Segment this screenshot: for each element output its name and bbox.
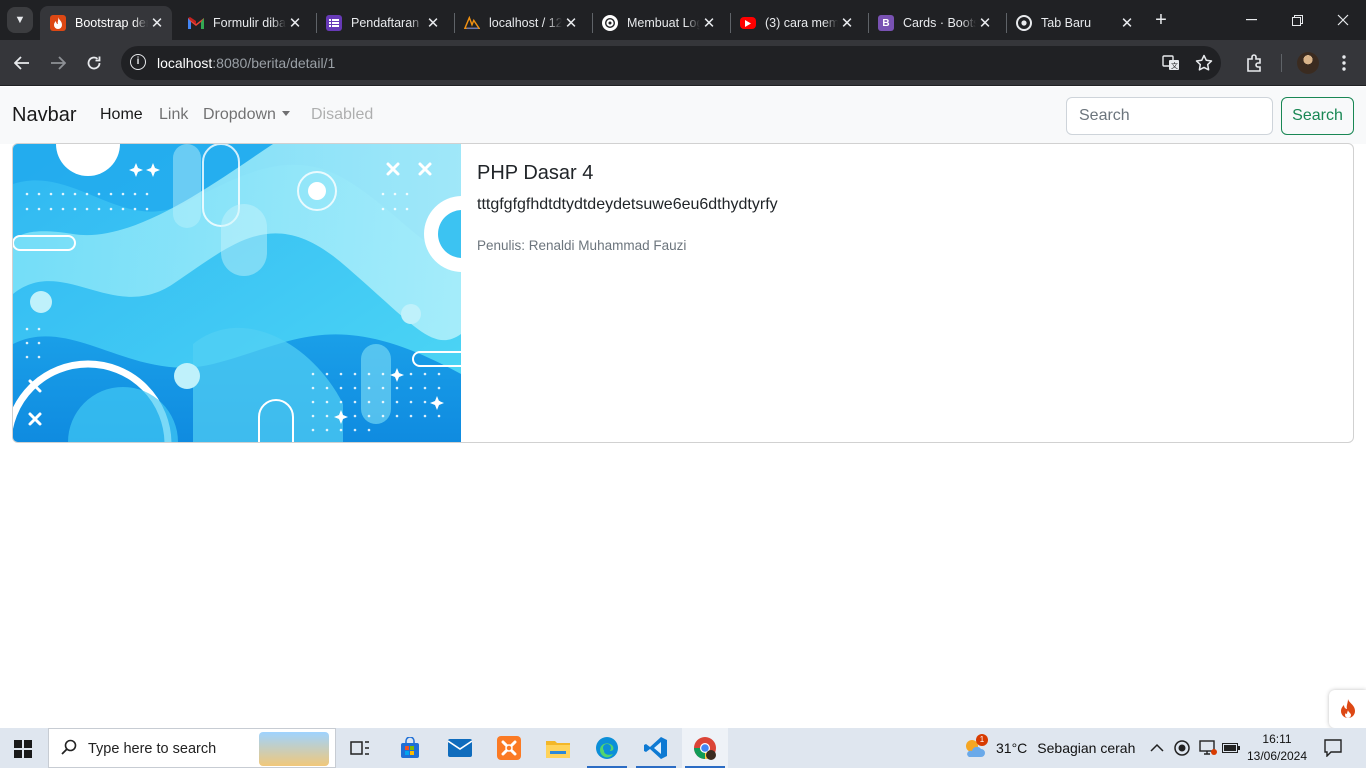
edge-icon[interactable] <box>584 728 630 768</box>
news-card: PHP Dasar 4 tttgfgfgfhdtdtydtdeydetsuwe6… <box>12 143 1354 443</box>
mail-icon[interactable] <box>437 728 483 768</box>
weather-widget[interactable]: 1 31°C Sebagian cerah <box>962 728 1135 768</box>
card-image <box>13 144 461 442</box>
windows-start-icon[interactable] <box>14 740 32 758</box>
search-input[interactable] <box>1066 97 1273 135</box>
chrome-icon <box>1016 15 1032 31</box>
back-icon[interactable] <box>8 49 36 77</box>
reload-icon[interactable] <box>80 49 108 77</box>
nav-link-home[interactable]: Home <box>100 106 143 124</box>
forms-icon <box>326 15 342 31</box>
tab-search-button[interactable]: ▼ <box>7 7 33 33</box>
browser-toolbar: i localhost:8080/berita/detail/1 文 <box>0 40 1366 86</box>
bootstrap-icon: B <box>878 15 894 31</box>
chatgpt-icon <box>602 15 618 31</box>
close-tab-icon[interactable]: ✕ <box>148 14 166 32</box>
weather-partly-sunny-icon: 1 <box>962 734 988 760</box>
youtube-icon <box>740 17 756 29</box>
network-icon[interactable] <box>1199 728 1217 768</box>
tab-title: Formulir dibatalkan <box>213 16 286 30</box>
minimize-icon[interactable] <box>1228 0 1274 40</box>
chrome-taskbar-icon[interactable] <box>682 728 728 768</box>
tab-title: Membuat Login <box>627 16 700 30</box>
tab-title: Cards · Bootstrap <box>903 16 976 30</box>
site-info-icon[interactable]: i <box>130 54 146 70</box>
search-highlight-illustration <box>259 732 329 766</box>
notifications-icon[interactable] <box>1324 728 1342 768</box>
debug-toolbar-flame-icon[interactable] <box>1329 690 1366 728</box>
nav-link-disabled: Disabled <box>311 106 374 123</box>
search-icon <box>61 739 77 760</box>
xampp-icon[interactable] <box>486 728 532 768</box>
browser-tab[interactable]: Membuat Login ✕ <box>592 6 724 40</box>
toolbar-divider <box>1281 54 1282 72</box>
close-window-icon[interactable] <box>1320 0 1366 40</box>
restore-icon[interactable] <box>1274 0 1320 40</box>
url-text[interactable]: localhost:8080/berita/detail/1 <box>157 55 335 71</box>
close-tab-icon[interactable]: ✕ <box>1118 14 1136 32</box>
browser-tab[interactable]: Bootstrap demo ✕ <box>40 6 172 40</box>
svg-text:文: 文 <box>1171 61 1178 70</box>
phpmyadmin-icon <box>464 15 480 31</box>
weather-alert-badge: 1 <box>976 734 988 746</box>
browser-tab[interactable]: B Cards · Bootstrap ✕ <box>868 6 1000 40</box>
weather-description: Sebagian cerah <box>1037 740 1136 756</box>
file-explorer-icon[interactable] <box>535 728 581 768</box>
close-tab-icon[interactable]: ✕ <box>976 14 994 32</box>
codeigniter-icon <box>50 15 66 31</box>
tab-title: (3) cara membuat <box>765 16 838 30</box>
nav-dropdown[interactable]: Dropdown <box>203 106 290 124</box>
tab-title: Tab Baru <box>1041 16 1092 30</box>
close-tab-icon[interactable]: ✕ <box>700 14 718 32</box>
clock-date: 13/06/2024 <box>1246 749 1308 763</box>
taskbar-search-box[interactable]: Type here to search <box>48 728 336 768</box>
browser-tab[interactable]: Tab Baru ✕ <box>1006 6 1142 40</box>
close-tab-icon[interactable]: ✕ <box>562 14 580 32</box>
search-button[interactable]: Search <box>1281 97 1354 135</box>
caret-down-icon <box>281 111 290 116</box>
card-author: Penulis: Renaldi Muhammad Fauzi <box>477 238 687 253</box>
task-view-icon[interactable] <box>337 728 383 768</box>
browser-tab[interactable]: Pendaftaran ✕ <box>316 6 448 40</box>
browser-tab[interactable]: localhost / 127.0.0.1 ✕ <box>454 6 586 40</box>
profile-avatar[interactable] <box>1297 52 1319 74</box>
browser-tab[interactable]: Formulir dibatalkan ✕ <box>178 6 310 40</box>
nav-dropdown-label: Dropdown <box>203 106 276 123</box>
clock-time: 16:11 <box>1262 732 1292 746</box>
windows-taskbar: Type here to search 1 31°C Sebagian cera… <box>0 728 1366 768</box>
browser-tab-strip: ▼ Bootstrap demo ✕ Formulir dibatalkan ✕… <box>0 0 1366 40</box>
new-tab-button[interactable]: + <box>1150 9 1172 31</box>
browser-tab[interactable]: (3) cara membuat ✕ <box>730 6 862 40</box>
forward-icon[interactable] <box>44 49 72 77</box>
address-bar[interactable]: i localhost:8080/berita/detail/1 文 <box>121 46 1221 80</box>
weather-temperature: 31°C <box>996 740 1028 756</box>
card-title: PHP Dasar 4 <box>477 162 594 184</box>
record-icon[interactable] <box>1174 728 1190 768</box>
close-tab-icon[interactable]: ✕ <box>286 14 304 32</box>
navbar: Navbar Home Link Dropdown Disabled Searc… <box>0 87 1366 144</box>
tab-title: Bootstrap demo <box>75 16 148 30</box>
taskbar-search-placeholder: Type here to search <box>88 741 217 757</box>
gmail-icon <box>188 15 204 31</box>
vscode-icon[interactable] <box>633 728 679 768</box>
extensions-icon[interactable] <box>1240 49 1268 77</box>
battery-icon[interactable] <box>1222 728 1240 768</box>
bookmark-star-icon[interactable] <box>1194 53 1214 73</box>
close-tab-icon[interactable]: ✕ <box>424 14 442 32</box>
nav-link-link[interactable]: Link <box>159 106 188 124</box>
translate-icon[interactable]: 文 <box>1161 53 1181 73</box>
tab-title: localhost / 127.0.0.1 <box>489 16 562 30</box>
microsoft-store-icon[interactable] <box>387 728 433 768</box>
navbar-brand[interactable]: Navbar <box>12 104 76 127</box>
system-clock[interactable]: 16:11 13/06/2024 <box>1246 731 1308 765</box>
tab-title: Pendaftaran <box>351 16 420 30</box>
tray-chevron-up-icon[interactable] <box>1150 728 1164 768</box>
close-tab-icon[interactable]: ✕ <box>838 14 856 32</box>
menu-kebab-icon[interactable] <box>1330 49 1358 77</box>
card-text: tttgfgfgfhdtdtydtdeydetsuwe6eu6dthydtyrf… <box>477 196 778 213</box>
